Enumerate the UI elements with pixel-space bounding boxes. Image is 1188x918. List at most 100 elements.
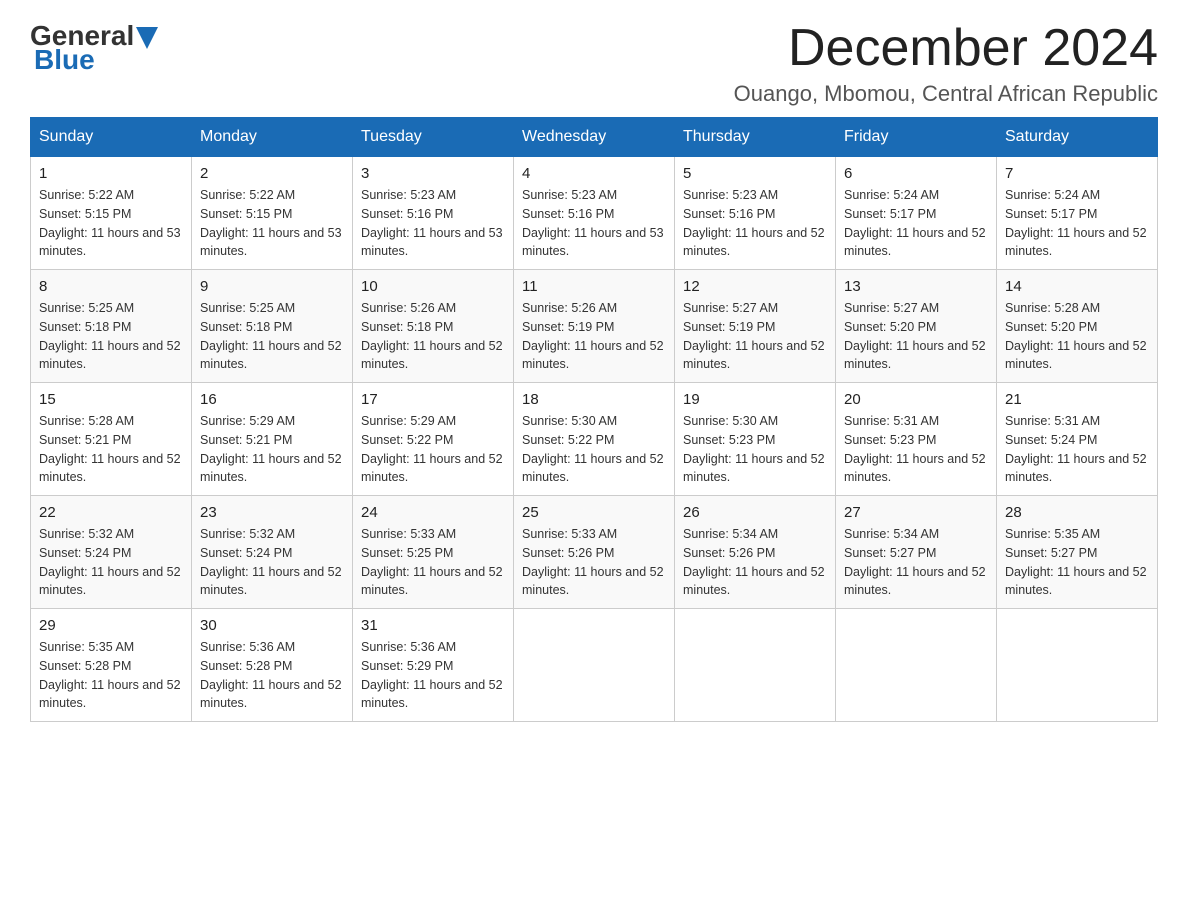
day-number: 4 (522, 165, 666, 182)
calendar-cell: 9 Sunrise: 5:25 AMSunset: 5:18 PMDaylight… (192, 270, 353, 383)
day-info: Sunrise: 5:33 AMSunset: 5:26 PMDaylight:… (522, 525, 666, 600)
calendar-cell: 19 Sunrise: 5:30 AMSunset: 5:23 PMDayligh… (675, 383, 836, 496)
day-info: Sunrise: 5:36 AMSunset: 5:29 PMDaylight:… (361, 638, 505, 713)
calendar-cell: 7 Sunrise: 5:24 AMSunset: 5:17 PMDaylight… (997, 157, 1158, 270)
day-number: 3 (361, 165, 505, 182)
day-number: 19 (683, 391, 827, 408)
weekday-header-saturday: Saturday (997, 118, 1158, 157)
calendar-cell: 14 Sunrise: 5:28 AMSunset: 5:20 PMDayligh… (997, 270, 1158, 383)
day-number: 28 (1005, 504, 1149, 521)
weekday-header-monday: Monday (192, 118, 353, 157)
calendar-cell: 5 Sunrise: 5:23 AMSunset: 5:16 PMDaylight… (675, 157, 836, 270)
calendar-cell: 30Sunrise: 5:36 AMSunset: 5:28 PMDayligh… (192, 609, 353, 722)
calendar-cell: 1 Sunrise: 5:22 AMSunset: 5:15 PMDaylight… (31, 157, 192, 270)
logo-triangle-icon (136, 27, 158, 49)
day-info: Sunrise: 5:29 AMSunset: 5:21 PMDaylight:… (200, 412, 344, 487)
day-info: Sunrise: 5:29 AMSunset: 5:22 PMDaylight:… (361, 412, 505, 487)
calendar-cell: 4 Sunrise: 5:23 AMSunset: 5:16 PMDaylight… (514, 157, 675, 270)
day-info: Sunrise: 5:32 AMSunset: 5:24 PMDaylight:… (200, 525, 344, 600)
day-info: Sunrise: 5:23 AMSunset: 5:16 PMDaylight:… (522, 186, 666, 261)
day-number: 23 (200, 504, 344, 521)
calendar-cell: 27Sunrise: 5:34 AMSunset: 5:27 PMDayligh… (836, 496, 997, 609)
weekday-header-wednesday: Wednesday (514, 118, 675, 157)
day-info: Sunrise: 5:24 AMSunset: 5:17 PMDaylight:… (844, 186, 988, 261)
day-info: Sunrise: 5:28 AMSunset: 5:21 PMDaylight:… (39, 412, 183, 487)
calendar-cell: 15Sunrise: 5:28 AMSunset: 5:21 PMDayligh… (31, 383, 192, 496)
day-info: Sunrise: 5:30 AMSunset: 5:23 PMDaylight:… (683, 412, 827, 487)
location-title: Ouango, Mbomou, Central African Republic (734, 81, 1158, 107)
calendar-cell (997, 609, 1158, 722)
day-number: 9 (200, 278, 344, 295)
title-area: December 2024 Ouango, Mbomou, Central Af… (734, 20, 1158, 107)
day-number: 31 (361, 617, 505, 634)
calendar-cell: 26 Sunrise: 5:34 AMSunset: 5:26 PMDayligh… (675, 496, 836, 609)
calendar-cell: 28Sunrise: 5:35 AMSunset: 5:27 PMDayligh… (997, 496, 1158, 609)
calendar-cell: 17Sunrise: 5:29 AMSunset: 5:22 PMDayligh… (353, 383, 514, 496)
weekday-header-tuesday: Tuesday (353, 118, 514, 157)
weekday-header-row: SundayMondayTuesdayWednesdayThursdayFrid… (31, 118, 1158, 157)
day-number: 14 (1005, 278, 1149, 295)
day-info: Sunrise: 5:26 AMSunset: 5:18 PMDaylight:… (361, 299, 505, 374)
week-row-3: 15Sunrise: 5:28 AMSunset: 5:21 PMDayligh… (31, 383, 1158, 496)
calendar-cell: 25 Sunrise: 5:33 AMSunset: 5:26 PMDayligh… (514, 496, 675, 609)
day-number: 21 (1005, 391, 1149, 408)
page-header: General Blue December 2024 Ouango, Mbomo… (30, 20, 1158, 107)
day-info: Sunrise: 5:34 AMSunset: 5:26 PMDaylight:… (683, 525, 827, 600)
calendar-cell: 18 Sunrise: 5:30 AMSunset: 5:22 PMDayligh… (514, 383, 675, 496)
day-number: 2 (200, 165, 344, 182)
calendar-cell: 3Sunrise: 5:23 AMSunset: 5:16 PMDaylight… (353, 157, 514, 270)
day-info: Sunrise: 5:31 AMSunset: 5:24 PMDaylight:… (1005, 412, 1149, 487)
day-number: 1 (39, 165, 183, 182)
day-info: Sunrise: 5:25 AMSunset: 5:18 PMDaylight:… (200, 299, 344, 374)
day-info: Sunrise: 5:33 AMSunset: 5:25 PMDaylight:… (361, 525, 505, 600)
calendar-cell: 6Sunrise: 5:24 AMSunset: 5:17 PMDaylight… (836, 157, 997, 270)
day-info: Sunrise: 5:22 AMSunset: 5:15 PMDaylight:… (39, 186, 183, 261)
day-number: 8 (39, 278, 183, 295)
calendar-cell (514, 609, 675, 722)
calendar-cell (675, 609, 836, 722)
calendar-cell: 21 Sunrise: 5:31 AMSunset: 5:24 PMDayligh… (997, 383, 1158, 496)
logo: General Blue (30, 20, 158, 76)
calendar-cell: 13 Sunrise: 5:27 AMSunset: 5:20 PMDayligh… (836, 270, 997, 383)
day-number: 10 (361, 278, 505, 295)
weekday-header-thursday: Thursday (675, 118, 836, 157)
day-number: 20 (844, 391, 988, 408)
calendar-cell: 23 Sunrise: 5:32 AMSunset: 5:24 PMDayligh… (192, 496, 353, 609)
day-number: 29 (39, 617, 183, 634)
day-info: Sunrise: 5:23 AMSunset: 5:16 PMDaylight:… (683, 186, 827, 261)
logo-blue: Blue (30, 44, 95, 76)
calendar-cell: 8Sunrise: 5:25 AMSunset: 5:18 PMDaylight… (31, 270, 192, 383)
day-info: Sunrise: 5:30 AMSunset: 5:22 PMDaylight:… (522, 412, 666, 487)
day-info: Sunrise: 5:24 AMSunset: 5:17 PMDaylight:… (1005, 186, 1149, 261)
calendar-cell: 22 Sunrise: 5:32 AMSunset: 5:24 PMDayligh… (31, 496, 192, 609)
day-number: 18 (522, 391, 666, 408)
week-row-1: 1 Sunrise: 5:22 AMSunset: 5:15 PMDaylight… (31, 157, 1158, 270)
calendar-cell: 29Sunrise: 5:35 AMSunset: 5:28 PMDayligh… (31, 609, 192, 722)
day-info: Sunrise: 5:28 AMSunset: 5:20 PMDaylight:… (1005, 299, 1149, 374)
week-row-5: 29Sunrise: 5:35 AMSunset: 5:28 PMDayligh… (31, 609, 1158, 722)
week-row-4: 22 Sunrise: 5:32 AMSunset: 5:24 PMDayligh… (31, 496, 1158, 609)
day-info: Sunrise: 5:26 AMSunset: 5:19 PMDaylight:… (522, 299, 666, 374)
day-number: 7 (1005, 165, 1149, 182)
day-number: 26 (683, 504, 827, 521)
month-title: December 2024 (734, 20, 1158, 77)
calendar-cell (836, 609, 997, 722)
day-number: 13 (844, 278, 988, 295)
calendar-cell: 10 Sunrise: 5:26 AMSunset: 5:18 PMDayligh… (353, 270, 514, 383)
day-number: 25 (522, 504, 666, 521)
day-info: Sunrise: 5:27 AMSunset: 5:19 PMDaylight:… (683, 299, 827, 374)
calendar-cell: 24Sunrise: 5:33 AMSunset: 5:25 PMDayligh… (353, 496, 514, 609)
day-number: 12 (683, 278, 827, 295)
calendar-cell: 12 Sunrise: 5:27 AMSunset: 5:19 PMDayligh… (675, 270, 836, 383)
day-number: 22 (39, 504, 183, 521)
day-info: Sunrise: 5:31 AMSunset: 5:23 PMDaylight:… (844, 412, 988, 487)
calendar-cell: 11Sunrise: 5:26 AMSunset: 5:19 PMDayligh… (514, 270, 675, 383)
day-info: Sunrise: 5:32 AMSunset: 5:24 PMDaylight:… (39, 525, 183, 600)
weekday-header-friday: Friday (836, 118, 997, 157)
calendar-cell: 16Sunrise: 5:29 AMSunset: 5:21 PMDayligh… (192, 383, 353, 496)
calendar-cell: 20 Sunrise: 5:31 AMSunset: 5:23 PMDayligh… (836, 383, 997, 496)
day-info: Sunrise: 5:22 AMSunset: 5:15 PMDaylight:… (200, 186, 344, 261)
calendar-table: SundayMondayTuesdayWednesdayThursdayFrid… (30, 117, 1158, 722)
day-info: Sunrise: 5:27 AMSunset: 5:20 PMDaylight:… (844, 299, 988, 374)
day-number: 5 (683, 165, 827, 182)
